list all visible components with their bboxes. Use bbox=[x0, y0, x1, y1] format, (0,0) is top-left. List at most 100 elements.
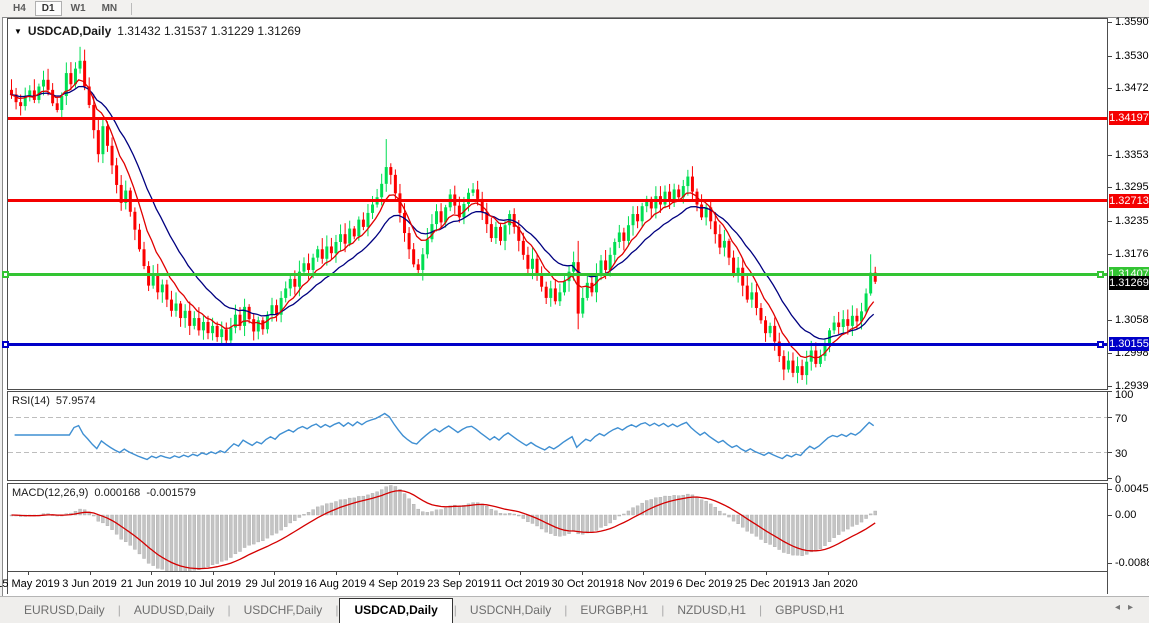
price-line-box: 1.32713 bbox=[1109, 194, 1149, 208]
date-label: 3 Jun 2019 bbox=[62, 578, 116, 590]
price-line-box: 1.34197 bbox=[1109, 111, 1149, 125]
line-handle[interactable] bbox=[2, 341, 9, 348]
date-label: 15 May 2019 bbox=[0, 578, 60, 590]
macd-axis-label: 0.00 bbox=[1115, 509, 1136, 521]
date-label: 21 Jun 2019 bbox=[121, 578, 182, 590]
tab-usdchf-daily[interactable]: USDCHF,Daily bbox=[232, 599, 335, 621]
y-axis-tick-mark bbox=[1108, 56, 1112, 57]
price-line-1.32713[interactable] bbox=[8, 199, 1107, 202]
price-line-1.31407[interactable] bbox=[8, 273, 1107, 276]
date-tick-mark bbox=[336, 572, 337, 575]
date-label: 30 Oct 2019 bbox=[552, 578, 612, 590]
y-axis-tick-mark bbox=[1108, 353, 1112, 354]
tab-audusd-daily[interactable]: AUDUSD,Daily bbox=[122, 599, 227, 621]
y-axis-tick-mark bbox=[1108, 254, 1112, 255]
macd-axis-label: -0.008892 bbox=[1115, 557, 1149, 569]
timeframe-button-d1[interactable]: D1 bbox=[35, 1, 62, 16]
terminal-window: H4D1W1MN ▼ USDCAD,Daily 1.31432 1.31537 … bbox=[0, 0, 1149, 623]
rsi-axis-tick-mark bbox=[1108, 478, 1112, 479]
macd-axis-label: 0.004572 bbox=[1115, 483, 1149, 495]
rsi-axis-label: 30 bbox=[1115, 448, 1127, 460]
line-handle[interactable] bbox=[2, 271, 9, 278]
date-label: 29 Jul 2019 bbox=[246, 578, 303, 590]
date-tick-mark bbox=[274, 572, 275, 575]
ohlc-values: 1.31432 1.31537 1.31229 1.31269 bbox=[117, 24, 301, 38]
date-label: 11 Oct 2019 bbox=[490, 578, 549, 590]
rsi-value: 57.9574 bbox=[56, 395, 96, 407]
macd-name: MACD(12,26,9) bbox=[12, 487, 88, 499]
line-handle[interactable] bbox=[1097, 271, 1104, 278]
date-label: 10 Jul 2019 bbox=[184, 578, 241, 590]
timeframe-button-w1[interactable]: W1 bbox=[64, 1, 93, 16]
date-tick-mark bbox=[705, 572, 706, 575]
date-label: 13 Jan 2020 bbox=[797, 578, 858, 590]
date-label: 23 Sep 2019 bbox=[427, 578, 489, 590]
date-tick-mark bbox=[828, 572, 829, 575]
timeframe-button-h4[interactable]: H4 bbox=[6, 1, 33, 16]
date-label: 6 Dec 2019 bbox=[676, 578, 732, 590]
tab-scroll-left-icon[interactable]: ◂ bbox=[1115, 602, 1128, 613]
tab-nzdusd-h1[interactable]: NZDUSD,H1 bbox=[665, 599, 758, 621]
tab-usdcnh-daily[interactable]: USDCNH,Daily bbox=[458, 599, 563, 621]
y-axis-tick-mark bbox=[1108, 155, 1112, 156]
y-axis-label: 1.30580 bbox=[1115, 314, 1149, 326]
toolbar-separator bbox=[131, 3, 132, 15]
symbol-tab-bar: EURUSD,Daily|AUDUSD,Daily|USDCHF,Daily|U… bbox=[0, 596, 1149, 623]
price-line-box: 1.30155 bbox=[1109, 337, 1149, 351]
tab-usdcad-daily[interactable]: USDCAD,Daily bbox=[339, 598, 452, 623]
rsi-name: RSI(14) bbox=[12, 395, 50, 407]
rsi-axis-tick-mark bbox=[1108, 391, 1112, 392]
y-axis-tick-mark bbox=[1108, 88, 1112, 89]
y-axis-tick-mark bbox=[1108, 320, 1112, 321]
macd-label: MACD(12,26,9) 0.000168 -0.001579 bbox=[12, 487, 196, 499]
date-tick-mark bbox=[520, 572, 521, 575]
date-label: 18 Nov 2019 bbox=[612, 578, 674, 590]
timeframe-toolbar: H4D1W1MN bbox=[0, 0, 1149, 17]
tab-gbpusd-h1[interactable]: GBPUSD,H1 bbox=[763, 599, 856, 621]
y-axis-label: 1.32950 bbox=[1115, 181, 1149, 193]
macd-axis-tick-mark bbox=[1108, 515, 1112, 516]
rsi-label: RSI(14) 57.9574 bbox=[12, 395, 96, 407]
date-tick-mark bbox=[766, 572, 767, 575]
date-tick-mark bbox=[151, 572, 152, 575]
macd-value-main: 0.000168 bbox=[94, 487, 140, 499]
price-line-1.30155[interactable] bbox=[8, 343, 1107, 346]
tab-eurgbp-h1[interactable]: EURGBP,H1 bbox=[568, 599, 660, 621]
timeframe-button-mn[interactable]: MN bbox=[95, 1, 125, 16]
date-label: 4 Sep 2019 bbox=[369, 578, 425, 590]
date-tick-mark bbox=[643, 572, 644, 575]
y-axis-label: 1.35905 bbox=[1115, 16, 1149, 28]
y-axis-tick-mark bbox=[1108, 22, 1112, 23]
current-price-box: 1.31269 bbox=[1109, 276, 1149, 290]
price-line-1.34197[interactable] bbox=[8, 117, 1107, 120]
y-axis-tick-mark bbox=[1108, 386, 1112, 387]
y-axis-label: 1.35305 bbox=[1115, 50, 1149, 62]
date-tick-mark bbox=[397, 572, 398, 575]
y-axis-label: 1.33535 bbox=[1115, 149, 1149, 161]
y-axis-tick-mark bbox=[1108, 221, 1112, 222]
rsi-axis-label: 100 bbox=[1115, 389, 1133, 401]
y-axis-tick-mark bbox=[1108, 187, 1112, 188]
y-axis-label: 1.32350 bbox=[1115, 215, 1149, 227]
date-tick-mark bbox=[28, 572, 29, 575]
rsi-axis-label: 70 bbox=[1115, 413, 1127, 425]
date-label: 16 Aug 2019 bbox=[305, 578, 367, 590]
macd-axis-tick-mark bbox=[1108, 563, 1112, 564]
y-axis-label: 1.31765 bbox=[1115, 248, 1149, 260]
rsi-axis-tick-mark bbox=[1108, 417, 1112, 418]
tab-scroll-right-icon[interactable]: ▸ bbox=[1128, 602, 1141, 613]
rsi-plot[interactable] bbox=[7, 391, 1108, 481]
date-tick-mark bbox=[90, 572, 91, 575]
tab-scroll-arrows[interactable]: ◂▸ bbox=[1115, 602, 1141, 613]
macd-value-signal: -0.001579 bbox=[146, 487, 196, 499]
date-tick-mark bbox=[213, 572, 214, 575]
date-label: 25 Dec 2019 bbox=[735, 578, 797, 590]
symbol-dropdown-icon[interactable]: ▼ bbox=[14, 27, 22, 36]
rsi-axis-tick-mark bbox=[1108, 452, 1112, 453]
date-tick-mark bbox=[582, 572, 583, 575]
line-handle[interactable] bbox=[1097, 341, 1104, 348]
y-axis-label: 1.34720 bbox=[1115, 82, 1149, 94]
main-chart-plot[interactable] bbox=[7, 18, 1108, 390]
tab-eurusd-daily[interactable]: EURUSD,Daily bbox=[12, 599, 117, 621]
macd-axis-tick-mark bbox=[1108, 489, 1112, 490]
